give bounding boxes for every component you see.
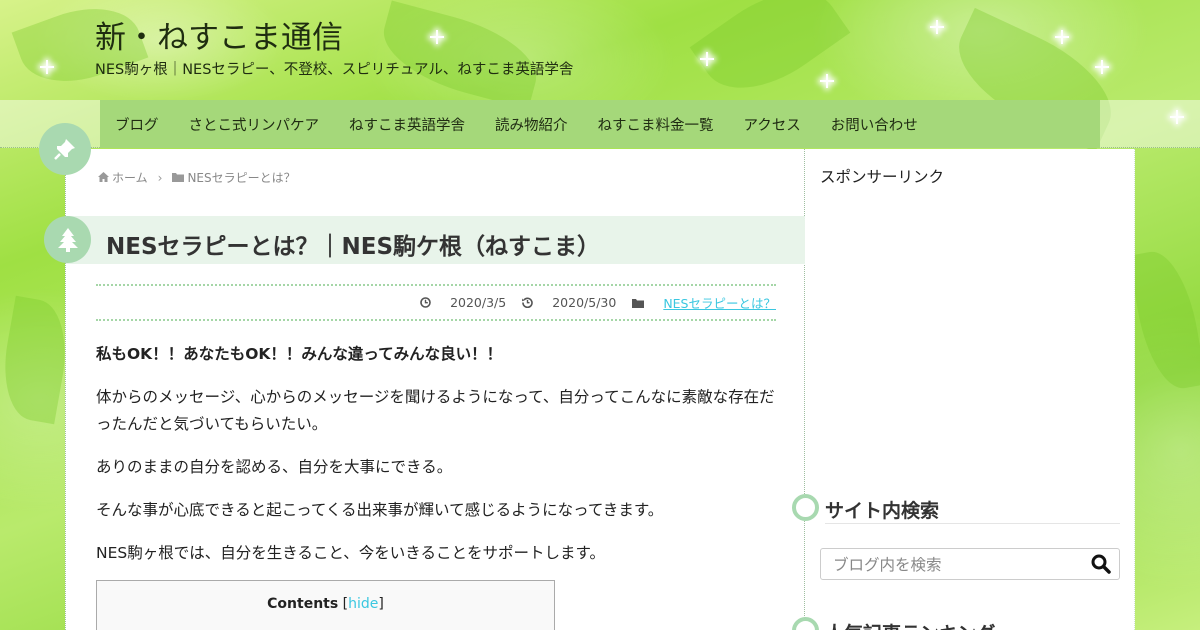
published-date: 2020/3/5: [420, 295, 506, 310]
sparkle: [1055, 30, 1069, 44]
site-title[interactable]: 新・ねすこま通信: [95, 12, 343, 57]
main-content: ホーム › NESセラピーとは？ NESセラピーとは？｜NES駒ケ根（ねすこま）…: [65, 149, 805, 630]
sparkle: [930, 20, 944, 34]
toc-title: Contents: [267, 596, 339, 612]
breadcrumb: ホーム › NESセラピーとは？: [98, 169, 296, 186]
post-meta: 2020/3/5 2020/5/30 NESセラピーとは？: [96, 284, 776, 321]
toc-hide-toggle[interactable]: hide: [348, 596, 378, 612]
background-leaf: [0, 295, 75, 425]
post-body: 私もOK！！あなたもOK！！みんな違ってみんな良い！！ 体からのメッセージ、心か…: [96, 341, 776, 583]
sparkle: [1095, 60, 1109, 74]
published-date-text: 2020/3/5: [450, 295, 507, 310]
post-paragraph: NES駒ヶ根では、自分を生きること、今をいきることをサポートします。: [96, 544, 605, 562]
sponsor-label: スポンサーリンク: [820, 168, 945, 186]
site-description: NES駒ヶ根｜NESセラピー、不登校、スピリチュアル、ねすこま英語学舎: [95, 62, 574, 78]
ranking-widget-title: 人気記事ランキング: [825, 619, 1120, 630]
global-nav: ブログ さとこ式リンパケア ねすこま英語学舎 読み物紹介 ねすこま料金一覧 アク…: [100, 100, 1100, 148]
post-paragraph: そんな事が心底できると起こってくる出来事が輝いて感じるようになってきます。: [96, 501, 664, 519]
folder-icon: [632, 298, 645, 308]
nav-item-reading[interactable]: 読み物紹介: [495, 114, 568, 135]
breadcrumb-category[interactable]: NESセラピーとは？: [187, 169, 295, 186]
post-lead: 私もOK！！あなたもOK！！みんな違ってみんな良い！！: [96, 345, 503, 363]
search-widget-title: サイト内検索: [825, 496, 1120, 524]
search-input[interactable]: ブログ内を検索: [833, 553, 942, 575]
updated-date: 2020/5/30: [522, 295, 616, 310]
nav-item-pricing[interactable]: ねすこま料金一覧: [598, 114, 714, 135]
post-paragraph: ありのままの自分を認める、自分を大事にできる。: [96, 458, 453, 476]
nav-item-blog[interactable]: ブログ: [115, 114, 159, 135]
sidebar: スポンサーリンク サイト内検索 ブログ内を検索 人気記事ランキング: [805, 149, 1135, 630]
breadcrumb-home[interactable]: ホーム: [112, 169, 148, 186]
pin-icon: [39, 123, 91, 175]
sparkle: [40, 60, 54, 74]
nav-item-access[interactable]: アクセス: [744, 114, 801, 135]
nav-item-lymph-care[interactable]: さとこ式リンパケア: [189, 114, 320, 135]
nav-item-english-school[interactable]: ねすこま英語学舎: [349, 114, 465, 135]
post-paragraph: 体からのメッセージ、心からのメッセージを聞けるようになって、自分ってこんなに素敵…: [96, 388, 775, 433]
clock-icon: [420, 297, 431, 308]
home-icon: [98, 171, 109, 185]
post-category: NESセラピーとは？: [632, 293, 776, 312]
search-widget-ring-icon: [792, 494, 819, 521]
search-icon[interactable]: [1091, 554, 1111, 574]
background-leaf: [373, 0, 547, 110]
history-icon: [522, 297, 533, 308]
post-category-link[interactable]: NESセラピーとは？: [663, 293, 776, 312]
sparkle: [820, 74, 834, 88]
tree-icon: [44, 216, 91, 263]
sparkle: [700, 52, 714, 66]
background-leaf: [1128, 246, 1200, 394]
search-box[interactable]: ブログ内を検索: [820, 548, 1120, 580]
sparkle: [430, 30, 444, 44]
chevron-right-icon: ›: [157, 170, 163, 185]
nav-item-contact[interactable]: お問い合わせ: [831, 114, 918, 135]
table-of-contents: Contents [hide]: [96, 580, 555, 630]
post-title: NESセラピーとは？｜NES駒ケ根（ねすこま）: [106, 234, 601, 260]
toc-bracket-close: ]: [378, 596, 384, 612]
updated-date-text: 2020/5/30: [552, 295, 617, 310]
folder-icon: [172, 171, 185, 185]
